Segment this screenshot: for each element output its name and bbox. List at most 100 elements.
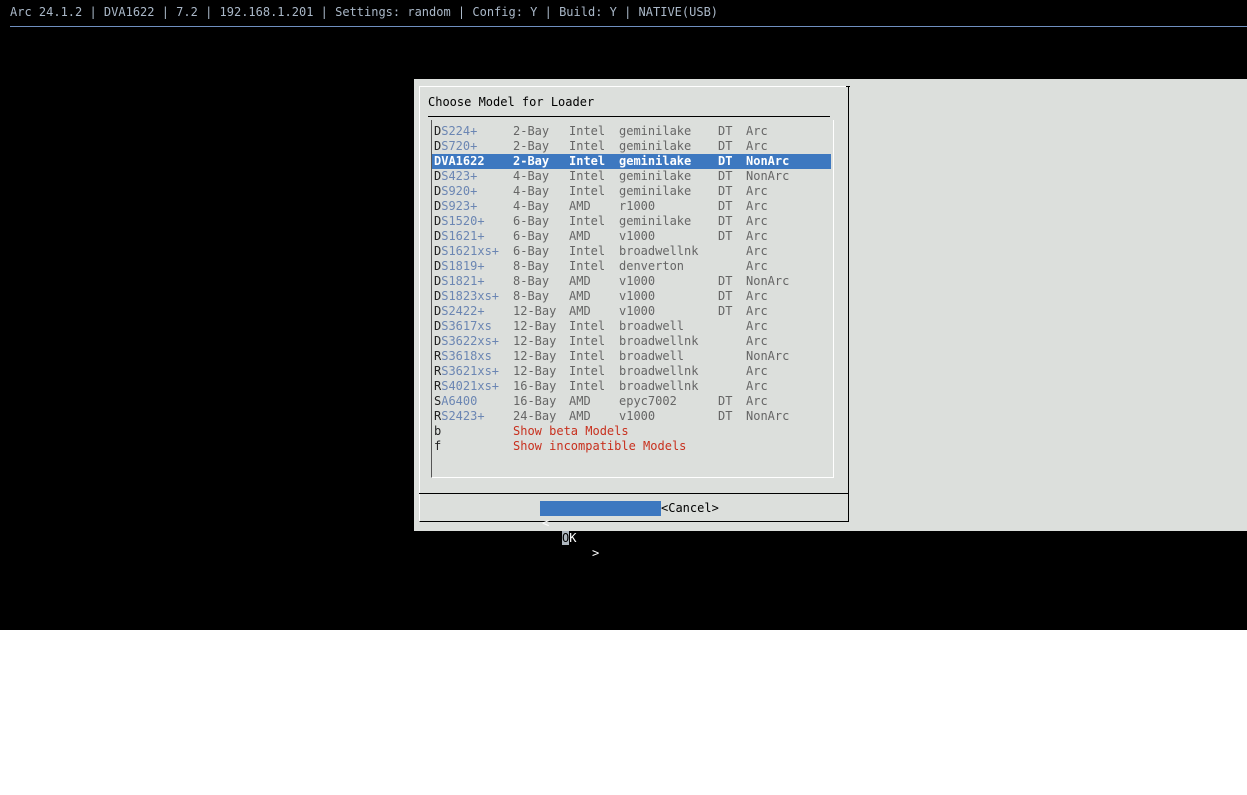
model-bays: 4-Bay	[513, 184, 550, 198]
dialog-corner	[846, 86, 850, 87]
model-row[interactable]: DS224+ 2-Bay Intel geminilake DT Arc	[432, 124, 831, 139]
model-arc: Arc	[746, 214, 768, 228]
model-dt: DT	[718, 289, 733, 303]
model-row[interactable]: DS1520+ 6-Bay Intel geminilake DT Arc	[432, 214, 831, 229]
model-name-rest: S423+	[441, 169, 478, 183]
model-name-rest: S720+	[441, 139, 478, 153]
model-bays: 6-Bay	[513, 244, 550, 258]
model-cpu: Intel	[569, 334, 606, 348]
model-dt: DT	[718, 124, 733, 138]
model-row[interactable]: SA6400 16-Bay AMD epyc7002 DT Arc	[432, 394, 831, 409]
model-row[interactable]: DS1823xs+ 8-Bay AMD v1000 DT Arc	[432, 289, 831, 304]
model-cpu: AMD	[569, 394, 591, 408]
model-bays: 2-Bay	[513, 154, 550, 168]
model-platform: v1000	[619, 289, 656, 303]
model-name: DS224+	[434, 124, 477, 139]
option-hotkey: b	[434, 424, 442, 438]
model-name: DS1520+	[434, 214, 485, 229]
model-name-rest: S3621xs+	[441, 364, 500, 378]
model-platform: broadwellnk	[619, 334, 699, 348]
model-row[interactable]: DVA1622 2-Bay Intel geminilake DT NonArc	[432, 154, 831, 169]
model-bays: 8-Bay	[513, 274, 550, 288]
model-name-rest: A6400	[441, 394, 478, 408]
model-name-rest: S1621xs+	[441, 244, 500, 258]
option-label: Show beta Models	[513, 424, 629, 438]
model-row[interactable]: RS3621xs+ 12-Bay Intel broadwellnk Arc	[432, 364, 831, 379]
model-bays: 6-Bay	[513, 214, 550, 228]
model-cpu: AMD	[569, 409, 591, 423]
model-cpu: Intel	[569, 319, 606, 333]
model-dt: DT	[718, 274, 733, 288]
model-platform: r1000	[619, 199, 656, 213]
model-cpu: Intel	[569, 124, 606, 138]
model-cpu: Intel	[569, 214, 606, 228]
menu-option-row[interactable]: f Show incompatible Models	[432, 439, 831, 454]
model-cpu: Intel	[569, 379, 606, 393]
model-cpu: AMD	[569, 274, 591, 288]
model-name-rest: S3618xs	[441, 349, 492, 363]
model-row[interactable]: DS3622xs+ 12-Bay Intel broadwellnk Arc	[432, 334, 831, 349]
model-name-rest: S3617xs	[441, 319, 492, 333]
model-bays: 24-Bay	[513, 409, 557, 423]
model-cpu: Intel	[569, 349, 606, 363]
model-platform: geminilake	[619, 139, 692, 153]
model-name-rest: S2423+	[441, 409, 485, 423]
model-row[interactable]: DS3617xs 12-Bay Intel broadwell Arc	[432, 319, 831, 334]
model-row[interactable]: RS3618xs 12-Bay Intel broadwell NonArc	[432, 349, 831, 364]
model-name-rest: S3622xs+	[441, 334, 500, 348]
model-row[interactable]: DS1621xs+ 6-Bay Intel broadwellnk Arc	[432, 244, 831, 259]
model-name-rest: VA1622	[441, 154, 485, 168]
model-dt: DT	[718, 394, 733, 408]
model-row[interactable]: DS720+ 2-Bay Intel geminilake DT Arc	[432, 139, 831, 154]
ok-label: OK	[562, 531, 576, 546]
model-arc: Arc	[746, 124, 768, 138]
model-name-rest: S4021xs+	[441, 379, 500, 393]
model-platform: v1000	[619, 229, 656, 243]
model-bays: 12-Bay	[513, 334, 557, 348]
model-arc: Arc	[746, 364, 768, 378]
model-bays: 8-Bay	[513, 289, 550, 303]
model-row[interactable]: DS923+ 4-Bay AMD r1000 DT Arc	[432, 199, 831, 214]
option-label: Show incompatible Models	[513, 439, 687, 453]
model-row[interactable]: DS1819+ 8-Bay Intel denverton Arc	[432, 259, 831, 274]
model-arc: Arc	[746, 259, 768, 273]
status-divider	[10, 26, 1247, 27]
model-name-rest: S1819+	[441, 259, 485, 273]
model-arc: NonArc	[746, 274, 790, 288]
model-row[interactable]: DS920+ 4-Bay Intel geminilake DT Arc	[432, 184, 831, 199]
model-row[interactable]: DS2422+ 12-Bay AMD v1000 DT Arc	[432, 304, 831, 319]
model-platform: broadwellnk	[619, 244, 699, 258]
model-bays: 12-Bay	[513, 349, 557, 363]
model-cpu: Intel	[569, 259, 606, 273]
model-bays: 12-Bay	[513, 364, 557, 378]
model-dt: DT	[718, 199, 733, 213]
model-list: DS224+ 2-Bay Intel geminilake DT Arc DS720+ 2-B…	[432, 124, 831, 454]
model-name: DS1621+	[434, 229, 485, 244]
ok-button[interactable]: < OK >	[540, 501, 661, 560]
model-dt: DT	[718, 169, 733, 183]
model-dt: DT	[718, 229, 733, 243]
model-name-rest: S1823xs+	[441, 289, 500, 303]
model-platform: denverton	[619, 259, 685, 273]
menu-option-row[interactable]: b Show beta Models	[432, 424, 831, 439]
model-dt: DT	[718, 409, 733, 423]
model-bays: 8-Bay	[513, 259, 550, 273]
model-row[interactable]: DS423+ 4-Bay Intel geminilake DT NonArc	[432, 169, 831, 184]
cancel-button[interactable]: <Cancel>	[661, 501, 719, 516]
model-name: SA6400	[434, 394, 477, 409]
model-bays: 16-Bay	[513, 379, 557, 393]
model-cpu: Intel	[569, 154, 606, 168]
model-row[interactable]: RS4021xs+ 16-Bay Intel broadwellnk Arc	[432, 379, 831, 394]
model-arc: Arc	[746, 199, 768, 213]
model-row[interactable]: RS2423+ 24-Bay AMD v1000 DT NonArc	[432, 409, 831, 424]
dialog-title: Choose Model for Loader	[428, 95, 595, 109]
model-row[interactable]: DS1621+ 6-Bay AMD v1000 DT Arc	[432, 229, 831, 244]
model-row[interactable]: DS1821+ 8-Bay AMD v1000 DT NonArc	[432, 274, 831, 289]
model-bays: 12-Bay	[513, 304, 557, 318]
model-arc: NonArc	[746, 409, 790, 423]
model-arc: NonArc	[746, 154, 790, 168]
model-cpu: AMD	[569, 289, 591, 303]
model-arc: Arc	[746, 319, 768, 333]
model-name: DS3622xs+	[434, 334, 499, 349]
model-bays: 6-Bay	[513, 229, 550, 243]
